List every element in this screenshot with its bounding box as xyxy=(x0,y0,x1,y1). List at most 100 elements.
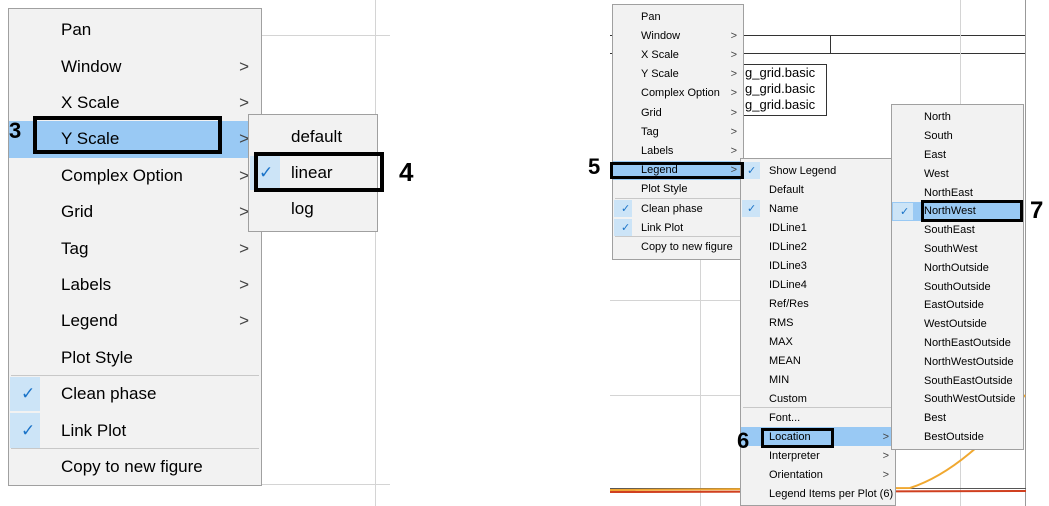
menu-item-eastoutside[interactable]: EastOutside xyxy=(892,296,1023,315)
chevron-right-icon: > xyxy=(239,274,249,294)
menu-item-interpreter[interactable]: Interpreter > xyxy=(741,446,895,465)
menu-item-label: Pan xyxy=(61,20,92,40)
menu-item-label: North xyxy=(924,111,951,124)
menu-item-grid[interactable]: Grid > xyxy=(9,194,261,230)
menu-item-copy-to-new-figure[interactable]: Copy to new figure xyxy=(613,237,743,256)
menu-item-window[interactable]: Window > xyxy=(613,26,743,45)
menu-item-label: Name xyxy=(769,202,799,215)
menu-item-x-scale[interactable]: X Scale > xyxy=(613,45,743,64)
menu-item-label: IDLine4 xyxy=(769,278,807,291)
menu-item-log[interactable]: log xyxy=(249,191,377,227)
menu-item-west[interactable]: West xyxy=(892,164,1023,183)
menu-item-clean-phase[interactable]: ✓ Clean phase xyxy=(9,376,261,412)
menu-item-best[interactable]: Best xyxy=(892,409,1023,428)
menu-item-tag[interactable]: Tag > xyxy=(613,122,743,141)
check-icon: ✓ xyxy=(21,384,36,404)
menu-item-southoutside[interactable]: SouthOutside xyxy=(892,277,1023,296)
menu-item-label: MEAN xyxy=(769,354,801,367)
menu-item-legend-items-per-plot-6[interactable]: Legend Items per Plot (6) xyxy=(741,484,895,503)
check-icon: ✓ xyxy=(621,203,631,216)
menu-item-link-plot[interactable]: ✓ Link Plot xyxy=(613,218,743,237)
menu-item-label: East xyxy=(924,148,947,161)
menu-item-westoutside[interactable]: WestOutside xyxy=(892,315,1023,334)
menu-item-northwestoutside[interactable]: NorthWestOutside xyxy=(892,352,1023,371)
menu-item-label: X Scale xyxy=(641,48,679,61)
menu-item-northeastoutside[interactable]: NorthEastOutside xyxy=(892,334,1023,353)
menu-item-idline2[interactable]: IDLine2 xyxy=(741,237,895,256)
menu-item-legend[interactable]: Legend > xyxy=(9,303,261,339)
menu-item-link-plot[interactable]: ✓ Link Plot xyxy=(9,412,261,448)
menu-item-name[interactable]: ✓ Name xyxy=(741,199,895,218)
menu-item-label: Link Plot xyxy=(641,221,684,234)
menu-item-tag[interactable]: Tag > xyxy=(9,230,261,266)
menu-item-label: Y Scale xyxy=(641,68,679,81)
menu-item-font[interactable]: Font... xyxy=(741,408,895,427)
menu-item-idline1[interactable]: IDLine1 xyxy=(741,218,895,237)
step-label-5: 5 xyxy=(588,154,601,179)
menu-item-custom[interactable]: Custom xyxy=(741,389,895,408)
menu-item-complex-option[interactable]: Complex Option > xyxy=(9,158,261,194)
menu-item-northoutside[interactable]: NorthOutside xyxy=(892,258,1023,277)
menu-item-label: RMS xyxy=(769,316,794,329)
menu-item-label: Ref/Res xyxy=(769,297,809,310)
menu-item-label: Clean phase xyxy=(61,384,157,404)
menu-item-rms[interactable]: RMS xyxy=(741,313,895,332)
chevron-right-icon: > xyxy=(239,311,249,331)
menu-item-idline3[interactable]: IDLine3 xyxy=(741,256,895,275)
menu-item-label: Tag xyxy=(61,238,89,258)
menu-item-label: SouthWestOutside xyxy=(924,393,1016,406)
menu-item-label: Link Plot xyxy=(61,420,127,440)
menu-item-label: IDLine3 xyxy=(769,259,807,272)
check-icon: ✓ xyxy=(21,420,36,440)
menu-item-label: SouthEast xyxy=(924,224,975,237)
menu-item-labels[interactable]: Labels > xyxy=(613,141,743,160)
menu-item-ref-res[interactable]: Ref/Res xyxy=(741,294,895,313)
menu-item-window[interactable]: Window > xyxy=(9,48,261,84)
menu-item-label: South xyxy=(924,130,953,143)
menu-item-show-legend[interactable]: ✓ Show Legend xyxy=(741,161,895,180)
menu-item-default[interactable]: Default xyxy=(741,180,895,199)
menu-item-copy-to-new-figure[interactable]: Copy to new figure xyxy=(9,449,261,485)
menu-item-pan[interactable]: Pan xyxy=(9,12,261,48)
menu-item-south[interactable]: South xyxy=(892,127,1023,146)
menu-item-pan[interactable]: Pan xyxy=(613,7,743,26)
menu-item-label: West xyxy=(924,167,949,180)
menu-item-y-scale[interactable]: Y Scale > xyxy=(613,65,743,84)
chevron-right-icon: > xyxy=(882,468,889,481)
chevron-right-icon: > xyxy=(882,430,889,443)
menu-item-idline4[interactable]: IDLine4 xyxy=(741,275,895,294)
menu-item-complex-option[interactable]: Complex Option > xyxy=(613,84,743,103)
menu-item-label: Legend Items per Plot (6) xyxy=(769,487,894,500)
menu-item-southwest[interactable]: SouthWest xyxy=(892,240,1023,259)
menu-item-orientation[interactable]: Orientation > xyxy=(741,465,895,484)
chevron-right-icon: > xyxy=(730,125,737,138)
menu-item-label: Tag xyxy=(641,125,659,138)
menu-item-plot-style[interactable]: Plot Style xyxy=(613,180,743,199)
menu-item-label: Interpreter xyxy=(769,449,820,462)
menu-item-north[interactable]: North xyxy=(892,108,1023,127)
menu-item-mean[interactable]: MEAN xyxy=(741,351,895,370)
menu-item-default[interactable]: default xyxy=(249,119,377,155)
chevron-right-icon: > xyxy=(730,48,737,61)
menu-item-grid[interactable]: Grid > xyxy=(613,103,743,122)
menu-item-label: SouthEastOutside xyxy=(924,374,1013,387)
step-label-3: 3 xyxy=(9,118,22,143)
menu-item-clean-phase[interactable]: ✓ Clean phase xyxy=(613,199,743,218)
chevron-right-icon: > xyxy=(882,449,889,462)
menu-item-label: BestOutside xyxy=(924,430,984,443)
menu-item-bestoutside[interactable]: BestOutside xyxy=(892,428,1023,447)
menu-item-label: SouthOutside xyxy=(924,280,991,293)
menu-item-label: Labels xyxy=(61,274,112,294)
menu-item-label: Plot Style xyxy=(61,347,133,367)
menu-item-plot-style[interactable]: Plot Style xyxy=(9,340,261,376)
menu-item-southeastoutside[interactable]: SouthEastOutside xyxy=(892,371,1023,390)
step-label-6: 6 xyxy=(737,428,750,453)
menu-item-labels[interactable]: Labels > xyxy=(9,267,261,303)
menu-item-max[interactable]: MAX xyxy=(741,332,895,351)
menu-item-southwestoutside[interactable]: SouthWestOutside xyxy=(892,390,1023,409)
legend-submenu: ✓ Show Legend Default ✓ Name IDLine1 IDLine2 ID… xyxy=(740,158,896,506)
annotation-box-northwest xyxy=(921,200,1023,222)
menu-item-min[interactable]: MIN xyxy=(741,370,895,389)
menu-item-southeast[interactable]: SouthEast xyxy=(892,221,1023,240)
menu-item-east[interactable]: East xyxy=(892,146,1023,165)
